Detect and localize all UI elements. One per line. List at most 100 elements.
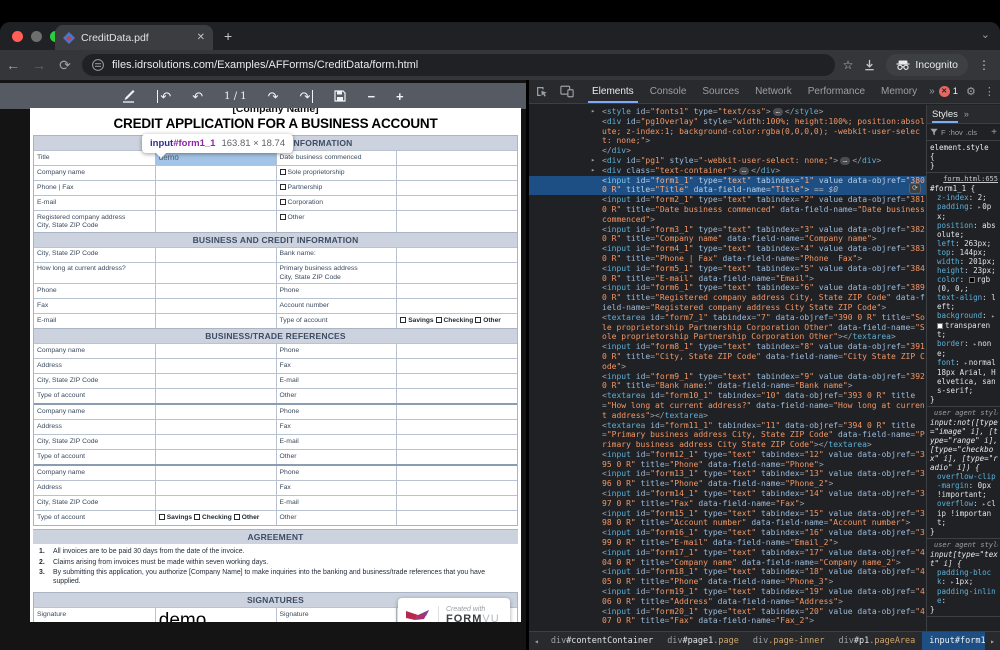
breadcrumb-item[interactable]: div#p1.pageArea <box>832 632 923 650</box>
dom-node[interactable]: <input id="form4_1" type="text" tabindex… <box>529 244 926 264</box>
color-swatch[interactable] <box>969 277 975 283</box>
redo-icon[interactable]: ↷ <box>268 90 279 103</box>
dom-node[interactable]: <textarea id="form11_1" tabindex="11" da… <box>529 421 926 450</box>
dom-node[interactable]: <input id="form2_1" type="text" tabindex… <box>529 195 926 224</box>
css-declaration[interactable]: border: ▸none; <box>930 339 998 358</box>
form-field[interactable] <box>396 374 517 388</box>
form-field[interactable] <box>155 481 276 495</box>
reload-button[interactable]: ⟳ <box>52 57 78 74</box>
form-field[interactable] <box>155 248 276 262</box>
form-field[interactable] <box>155 344 276 358</box>
devtools-settings-icon[interactable]: ⚙ <box>966 85 976 98</box>
new-tab-button[interactable]: + <box>224 28 232 44</box>
bookmark-icon[interactable]: ☆ <box>843 58 854 72</box>
toggle-hover-button[interactable]: :hov <box>949 128 963 137</box>
checkbox-icon[interactable] <box>475 317 481 323</box>
form-field[interactable] <box>155 405 276 419</box>
close-window-button[interactable] <box>12 31 23 42</box>
dom-node[interactable]: ▸<style id="fonts1" type="text/css">…</s… <box>529 107 926 117</box>
tab-close-icon[interactable]: ✕ <box>197 32 205 43</box>
form-field[interactable] <box>396 420 517 434</box>
dom-node[interactable]: <input id="form15_1" type="text" tabinde… <box>529 509 926 529</box>
zoom-in-icon[interactable]: + <box>396 90 404 103</box>
styles-more-icon[interactable]: » <box>964 109 969 119</box>
css-declaration[interactable]: z-index: 2; <box>930 193 998 202</box>
checkbox-icon[interactable] <box>280 169 286 175</box>
dom-node[interactable]: <div id="pg1Overlay" style="width:100%; … <box>529 117 926 146</box>
form-field[interactable] <box>396 435 517 449</box>
incognito-badge[interactable]: Incognito <box>886 54 968 76</box>
checkbox-icon[interactable] <box>159 514 165 520</box>
twisty-icon[interactable]: ▸ <box>591 156 595 166</box>
devtools-menu-icon[interactable]: ⋮ <box>984 85 995 98</box>
dom-node[interactable]: <input id="form9_1" type="text" tabindex… <box>529 372 926 392</box>
error-badge[interactable]: ✕1 <box>939 86 958 97</box>
dom-node[interactable]: <input id="form6_1" type="text" tabindex… <box>529 283 926 312</box>
dom-node[interactable]: <textarea id="form7_1" tabindex="7" data… <box>529 313 926 342</box>
breadcrumb-prev-icon[interactable]: ◂ <box>529 637 544 646</box>
css-declaration[interactable]: color: rgb(0, 0,; <box>930 275 998 293</box>
css-declaration[interactable]: padding-block: ▸1px; <box>930 568 998 587</box>
css-declaration[interactable]: padding: ▸0px; <box>930 202 998 221</box>
form-field[interactable]: SavingsCheckingOther <box>155 511 276 525</box>
breadcrumb-item[interactable]: div.page-inner <box>746 632 832 650</box>
node-badge-icon[interactable]: ⟳ <box>909 183 921 194</box>
form-field[interactable] <box>155 389 276 403</box>
css-declaration[interactable]: left: 263px; <box>930 239 998 248</box>
css-declaration[interactable]: overflow-clip-margin: 0px !important; <box>930 472 998 499</box>
css-declaration[interactable]: overflow: ▸clip !important; <box>930 499 998 527</box>
form-field[interactable] <box>155 496 276 510</box>
style-rule[interactable]: user agent stylesheetinput[type="text" i… <box>927 539 1000 617</box>
form-field[interactable] <box>155 166 276 180</box>
forward-button[interactable]: → <box>26 57 52 73</box>
form-field[interactable] <box>155 196 276 210</box>
first-page-icon[interactable]: ↶ <box>157 90 171 103</box>
form-field[interactable]: SavingsCheckingOther <box>396 314 517 328</box>
breadcrumb-item[interactable]: div#page1.page <box>660 632 746 650</box>
dom-node[interactable]: <input id="form13_1" type="text" tabinde… <box>529 469 926 489</box>
form-field[interactable] <box>396 344 517 358</box>
form-field[interactable] <box>155 299 276 313</box>
color-swatch[interactable] <box>937 323 943 329</box>
twisty-icon[interactable]: ▸ <box>591 107 595 117</box>
download-icon[interactable] <box>863 59 876 72</box>
dom-node[interactable]: </div> <box>529 146 926 156</box>
css-declaration[interactable]: top: 144px; <box>930 248 998 257</box>
form-field[interactable] <box>396 263 517 284</box>
form-field[interactable] <box>396 211 517 232</box>
form-field[interactable] <box>396 166 517 180</box>
back-button[interactable]: ← <box>0 57 26 73</box>
tab-styles[interactable]: Styles <box>932 105 958 123</box>
dom-node[interactable]: <textarea id="form10_1" tabindex="10" da… <box>529 391 926 420</box>
dom-node[interactable]: <input id="form20_1" type="text" tabinde… <box>529 607 926 627</box>
form-field[interactable] <box>155 374 276 388</box>
new-style-rule-button[interactable]: + <box>991 127 997 138</box>
style-rule[interactable]: user agent stylesheetinput:not([type="im… <box>927 407 1000 539</box>
styles-sections[interactable]: element.style{}form.html:655#form1_1 {z-… <box>927 141 1000 631</box>
device-toolbar-icon[interactable] <box>554 85 580 98</box>
checkbox-icon[interactable] <box>400 317 406 323</box>
elements-tree[interactable]: ▸<style id="fonts1" type="text/css">…</s… <box>529 105 927 631</box>
browser-tab[interactable]: CreditData.pdf ✕ <box>55 25 213 50</box>
form-field[interactable] <box>396 299 517 313</box>
dom-node[interactable]: ▸<div class="text-container">…</div> <box>529 166 926 176</box>
css-declaration[interactable]: height: 23px; <box>930 266 998 275</box>
form-field[interactable]: demo <box>155 608 276 622</box>
devtools-tab-memory[interactable]: Memory <box>873 80 925 103</box>
twisty-icon[interactable]: ▸ <box>591 166 595 176</box>
toggle-classes-button[interactable]: .cls <box>966 128 977 137</box>
collapsed-children-icon[interactable]: … <box>840 157 850 165</box>
last-page-icon[interactable]: ↷ <box>300 90 314 103</box>
breadcrumb-item[interactable]: div#contentContainer <box>544 632 660 650</box>
dom-node[interactable]: <input id="form19_1" type="text" tabinde… <box>529 587 926 607</box>
browser-menu-icon[interactable]: ⋮ <box>978 58 990 72</box>
zoom-out-icon[interactable]: − <box>367 90 375 103</box>
collapsed-children-icon[interactable]: … <box>739 167 749 175</box>
undo-icon[interactable]: ↶ <box>192 90 203 103</box>
collapsed-children-icon[interactable]: … <box>773 108 783 116</box>
form-field[interactable] <box>155 450 276 464</box>
form-field[interactable] <box>396 196 517 210</box>
form-field[interactable] <box>396 151 517 165</box>
dom-node[interactable]: <input id="form3_1" type="text" tabindex… <box>529 225 926 245</box>
filter-placeholder[interactable]: F <box>941 128 946 137</box>
